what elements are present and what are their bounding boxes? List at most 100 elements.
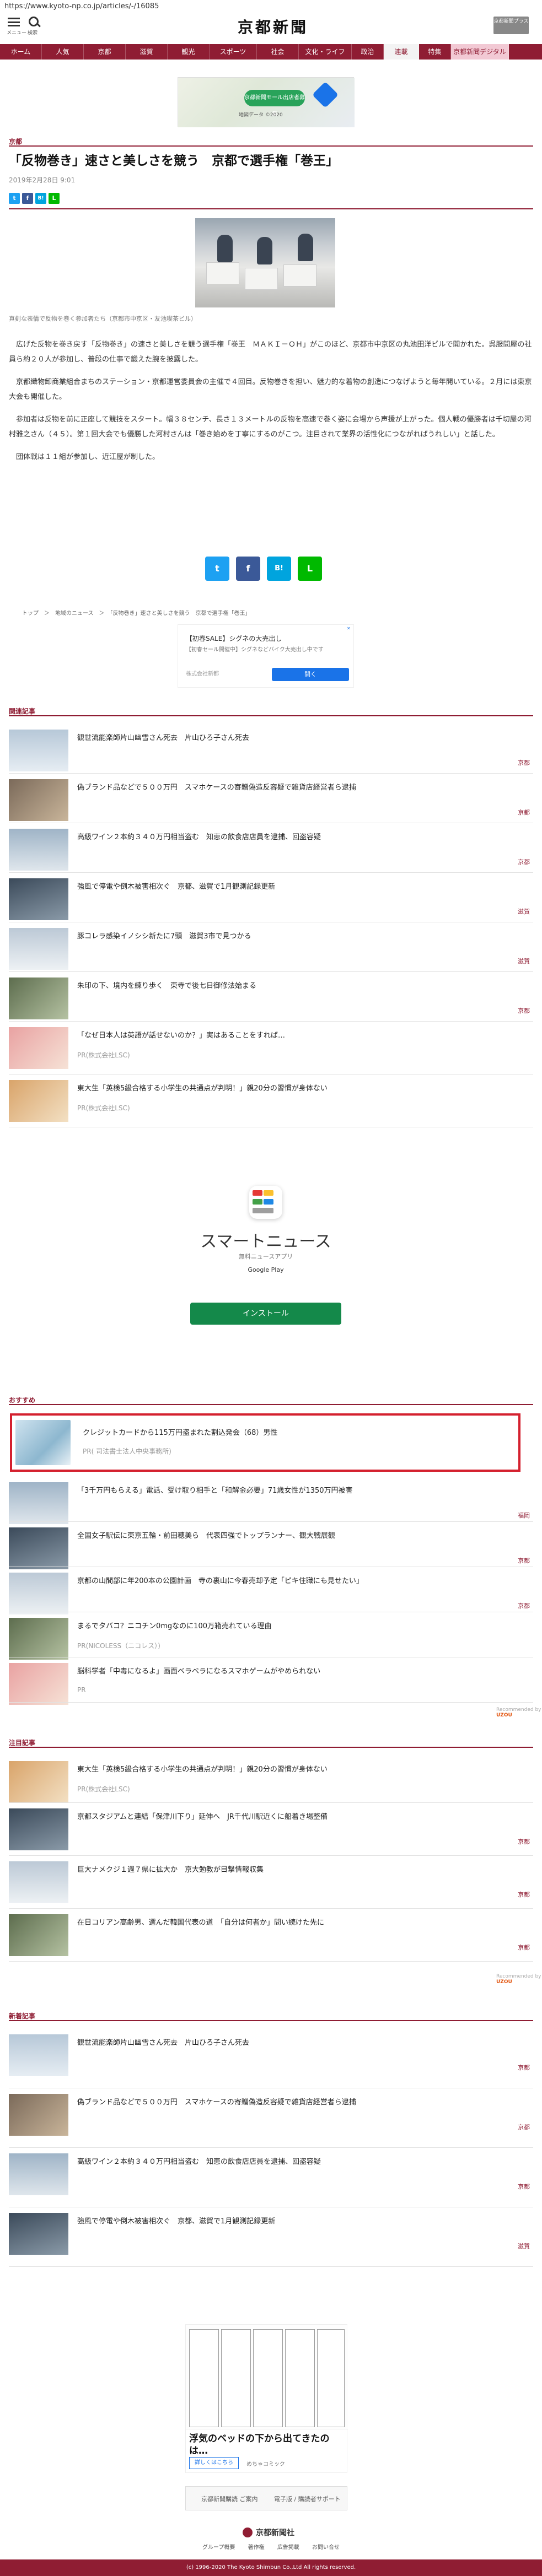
nav-item[interactable]: 人気 bbox=[42, 44, 84, 60]
item-category[interactable]: 京都 bbox=[518, 857, 530, 866]
related-pr-item[interactable]: 「なぜ日本人は英語が話せないのか？」実はあることをすれば… PR(株式会社LSC) bbox=[0, 1022, 542, 1074]
section-label[interactable]: 京都 bbox=[9, 137, 22, 146]
nav-item[interactable]: 観光 bbox=[168, 44, 210, 60]
footer-link[interactable]: 著作権 bbox=[248, 2545, 265, 2551]
item-title: 京都スタジアムと連結「保津川下り」延伸へ JR千代川駅近くに船着き場整備 bbox=[77, 1813, 328, 1821]
twitter-share-icon[interactable]: t bbox=[9, 193, 20, 204]
related-item[interactable]: 高級ワイン２本約３４０万円相当盗む 知恵の飲食店店員を逮捕、回盗容疑 京都 bbox=[0, 823, 542, 873]
support-link[interactable]: 電子版 / 購読者サポート bbox=[274, 2494, 341, 2503]
footer-link[interactable]: グループ概要 bbox=[202, 2545, 235, 2551]
nav-item[interactable]: 京都新聞デジタル bbox=[451, 44, 509, 60]
recommend-item[interactable]: 脳科学者「中毒になるよ」画面ベラベラになるスマホゲームがやめられない PR bbox=[0, 1657, 542, 1705]
item-title: 偽ブランド品などで５００万円 スマホケースの寄贈偽造反容疑で雑貨店経営者ら逮捕 bbox=[77, 2098, 356, 2107]
hatena-share-icon[interactable]: B! bbox=[35, 193, 46, 204]
latest-item[interactable]: 高級ワイン２本約３４０万円相当盗む 知恵の飲食店店員を逮捕、回盗容疑 京都 bbox=[0, 2148, 542, 2207]
plus-button[interactable]: 京都新聞プラス bbox=[493, 17, 529, 34]
nav-item[interactable]: ホーム bbox=[0, 44, 42, 60]
item-category[interactable]: 京都 bbox=[518, 758, 530, 767]
nav-item[interactable]: 特集 bbox=[419, 44, 451, 60]
attention-item[interactable]: 巨大ナメクジ１週７県に拡大か 京大勉教が目撃情報収集 京都 bbox=[0, 1856, 542, 1909]
item-sponsor: PR bbox=[77, 1686, 86, 1694]
menu-icon[interactable] bbox=[8, 18, 20, 26]
item-category[interactable]: 滋賀 bbox=[518, 957, 530, 965]
related-list: 観世流能楽師片山幽雪さん死去 片山ひろ子さん死去 京都 偽ブランド品などで５００万円… bbox=[0, 716, 542, 1163]
search-label[interactable]: 検索 bbox=[28, 29, 37, 36]
recommend-item[interactable]: まるでタバコ？ニコチン0mgなのに100万箱売れている理由 PR(NICOLESS… bbox=[0, 1612, 542, 1660]
item-category[interactable]: 京都 bbox=[518, 2123, 530, 2131]
nav-item[interactable]: 滋賀 bbox=[126, 44, 168, 60]
nav-item[interactable]: 文化・ライフ bbox=[299, 44, 352, 60]
item-category[interactable]: 京都 bbox=[518, 1601, 530, 1610]
line-share-icon[interactable]: L bbox=[49, 193, 60, 204]
recommend-item[interactable]: 「3千万円もらえる」電話、受け取り相手と「和解金必要」71歳女性が1350万円被… bbox=[0, 1477, 542, 1524]
nav-item[interactable]: 社会 bbox=[257, 44, 299, 60]
facebook-button[interactable]: f bbox=[236, 557, 260, 581]
article-paragraph: 団体戦は１１組が参加し、近江屋が制した。 bbox=[16, 453, 160, 461]
related-item[interactable]: 観世流能楽師片山幽雪さん死去 片山ひろ子さん死去京都 bbox=[0, 724, 542, 774]
article-title: 「反物巻き」速さと美しさを競う 京都で選手権「巻王」 bbox=[9, 154, 339, 168]
item-title: 観世流能楽師片山幽雪さん死去 片山ひろ子さん死去 bbox=[77, 734, 250, 742]
footer-link[interactable]: 広告掲載 bbox=[277, 2545, 299, 2551]
google-play-badge[interactable]: Google Play bbox=[238, 1263, 293, 1277]
item-category[interactable]: 京都 bbox=[518, 808, 530, 817]
line-button[interactable]: L bbox=[298, 557, 322, 581]
nav-item[interactable]: 京都 bbox=[84, 44, 126, 60]
related-item[interactable]: 豚コレラ感染イノシシ新たに7頭 滋賀3市で見つかる滋賀 bbox=[0, 922, 542, 972]
article-photo[interactable] bbox=[195, 218, 335, 307]
smartnews-ad[interactable]: スマートニュース 無料ニュースアプリ Google Play インストール bbox=[178, 1175, 354, 1329]
facebook-share-icon[interactable]: f bbox=[22, 193, 33, 204]
item-category[interactable]: 京都 bbox=[518, 2182, 530, 2191]
related-pr-item[interactable]: 東大生「英検5級合格する小学生の共通点が判明！」親20分の習慣が身体ない PR(株… bbox=[0, 1074, 542, 1127]
map-ad-button[interactable]: 京都新聞モール出店者募集 bbox=[244, 90, 305, 117]
install-button[interactable]: インストール bbox=[190, 1303, 341, 1325]
item-category[interactable]: 京都 bbox=[518, 1556, 530, 1565]
recommend-item[interactable]: 京都の山間部に年200本の公園計画 寺の裏山に今春売却予定「ピキ住職にも見せたい… bbox=[0, 1567, 542, 1614]
thumbnail bbox=[9, 878, 68, 920]
item-title: 豚コレラ感染イノシシ新たに7頭 滋賀3市で見つかる bbox=[77, 932, 251, 941]
thumbnail bbox=[9, 1573, 68, 1614]
recommend-item[interactable]: 全国女子駅伝に東京五輪・前田穂美ら 代表四強でトップランナー、観大戦展観京都 bbox=[0, 1522, 542, 1569]
ad-line2: 【初春セール開催中】シグネなどバイク大売出し中です bbox=[186, 647, 324, 653]
nav-item[interactable]: スポーツ bbox=[210, 44, 257, 60]
item-category[interactable]: 福岡 bbox=[518, 1511, 530, 1520]
nav-item[interactable]: 連載 bbox=[384, 44, 419, 60]
latest-item[interactable]: 観世流能楽師片山幽雪さん死去 片山ひろ子さん死去 京都 bbox=[0, 2029, 542, 2088]
ad-open-button[interactable]: 開く bbox=[272, 668, 349, 681]
ad-close-icon[interactable]: ✕ bbox=[347, 626, 352, 631]
item-title: 全国女子駅伝に東京五輪・前田穂美ら 代表四強でトップランナー、観大戦展観 bbox=[77, 1532, 335, 1540]
footer-link[interactable]: お問い合せ bbox=[312, 2545, 340, 2551]
item-category[interactable]: 京都 bbox=[518, 1006, 530, 1015]
item-category[interactable]: 京都 bbox=[518, 2063, 530, 2072]
item-category[interactable]: 京都 bbox=[518, 1943, 530, 1952]
item-title: まるでタバコ？ニコチン0mgなのに100万箱売れている理由 bbox=[77, 1622, 272, 1630]
item-category[interactable]: 滋賀 bbox=[518, 907, 530, 916]
related-item[interactable]: 強風で停電や倒木被害相次ぐ 京都、滋賀で1月観測記録更新 滋賀 bbox=[0, 873, 542, 922]
attention-pr-item[interactable]: 東大生「英検5級合格する小学生の共通点が判明！」親20分の習慣が身体ない PR(株… bbox=[0, 1756, 542, 1803]
manga-ad[interactable]: 浮気のベッドの下から出てきたの は… 詳しくはこちら めちゃコミック bbox=[185, 2324, 348, 2473]
latest-item[interactable]: 強風で停電や倒木被害相次ぐ 京都、滋賀で1月観測記録更新 滋賀 bbox=[0, 2207, 542, 2267]
item-category[interactable]: 京都 bbox=[518, 1837, 530, 1846]
latest-item[interactable]: 偽ブランド品などで５００万円 スマホケースの寄贈偽造反容疑で雑貨店経営者ら逮捕京… bbox=[0, 2088, 542, 2148]
subscribe-link[interactable]: 京都新聞購読 ご案内 bbox=[201, 2494, 258, 2503]
related-item[interactable]: 偽ブランド品などで５００万円 スマホケースの寄贈偽造反容疑で雑貨店経営者ら逮捕京… bbox=[0, 774, 542, 823]
hatena-button[interactable]: B! bbox=[267, 557, 291, 581]
thumbnail bbox=[9, 2153, 68, 2195]
site-logo[interactable]: 京都新聞 bbox=[223, 15, 323, 36]
manga-more-button[interactable]: 詳しくはこちら bbox=[189, 2457, 239, 2469]
map-ad[interactable]: 京都新聞モール出店者募集 地図データ ©2020 bbox=[178, 77, 355, 127]
footer-logo[interactable]: 京都新聞社 bbox=[243, 2527, 294, 2538]
attention-item[interactable]: 京都スタジアムと連結「保津川下り」延伸へ JR千代川駅近くに船着き場整備京都 bbox=[0, 1803, 542, 1856]
twitter-button[interactable]: t bbox=[205, 557, 229, 581]
menu-label[interactable]: メニュー bbox=[7, 29, 26, 36]
item-category[interactable]: 京都 bbox=[518, 1890, 530, 1899]
related-item[interactable]: 朱印の下、境内を練り歩く 東寺で後七日御修法始まる 京都 bbox=[0, 972, 542, 1022]
nav-item[interactable]: 政治 bbox=[352, 44, 384, 60]
url-bar[interactable]: https://www.kyoto-np.co.jp/articles/-/16… bbox=[0, 0, 542, 13]
footer-logo-icon bbox=[243, 2528, 253, 2537]
text-ad[interactable]: ✕ 【初春SALE】シグネの大売出し 【初春セール開催中】シグネなどバイク大売出… bbox=[178, 624, 354, 688]
item-category[interactable]: 滋賀 bbox=[518, 2242, 530, 2250]
breadcrumb[interactable]: トップ ＞ 地域のニュース ＞ 「反物巻き」速さと美しさを競う 京都で選手権「巻… bbox=[22, 608, 251, 617]
highlighted-pr-item[interactable]: クレジットカードから115万円盗まれた割込発会（68）男性 PR( 司法書士法人… bbox=[10, 1413, 520, 1472]
attention-item[interactable]: 在日コリアン高齢男、選んだ韓国代表の道 「自分は何者か」問い続けた先に 京都 bbox=[0, 1909, 542, 1962]
attention-list: 東大生「英検5級合格する小学生の共通点が判明！」親20分の習慣が身体ない PR(株… bbox=[0, 1748, 542, 1979]
